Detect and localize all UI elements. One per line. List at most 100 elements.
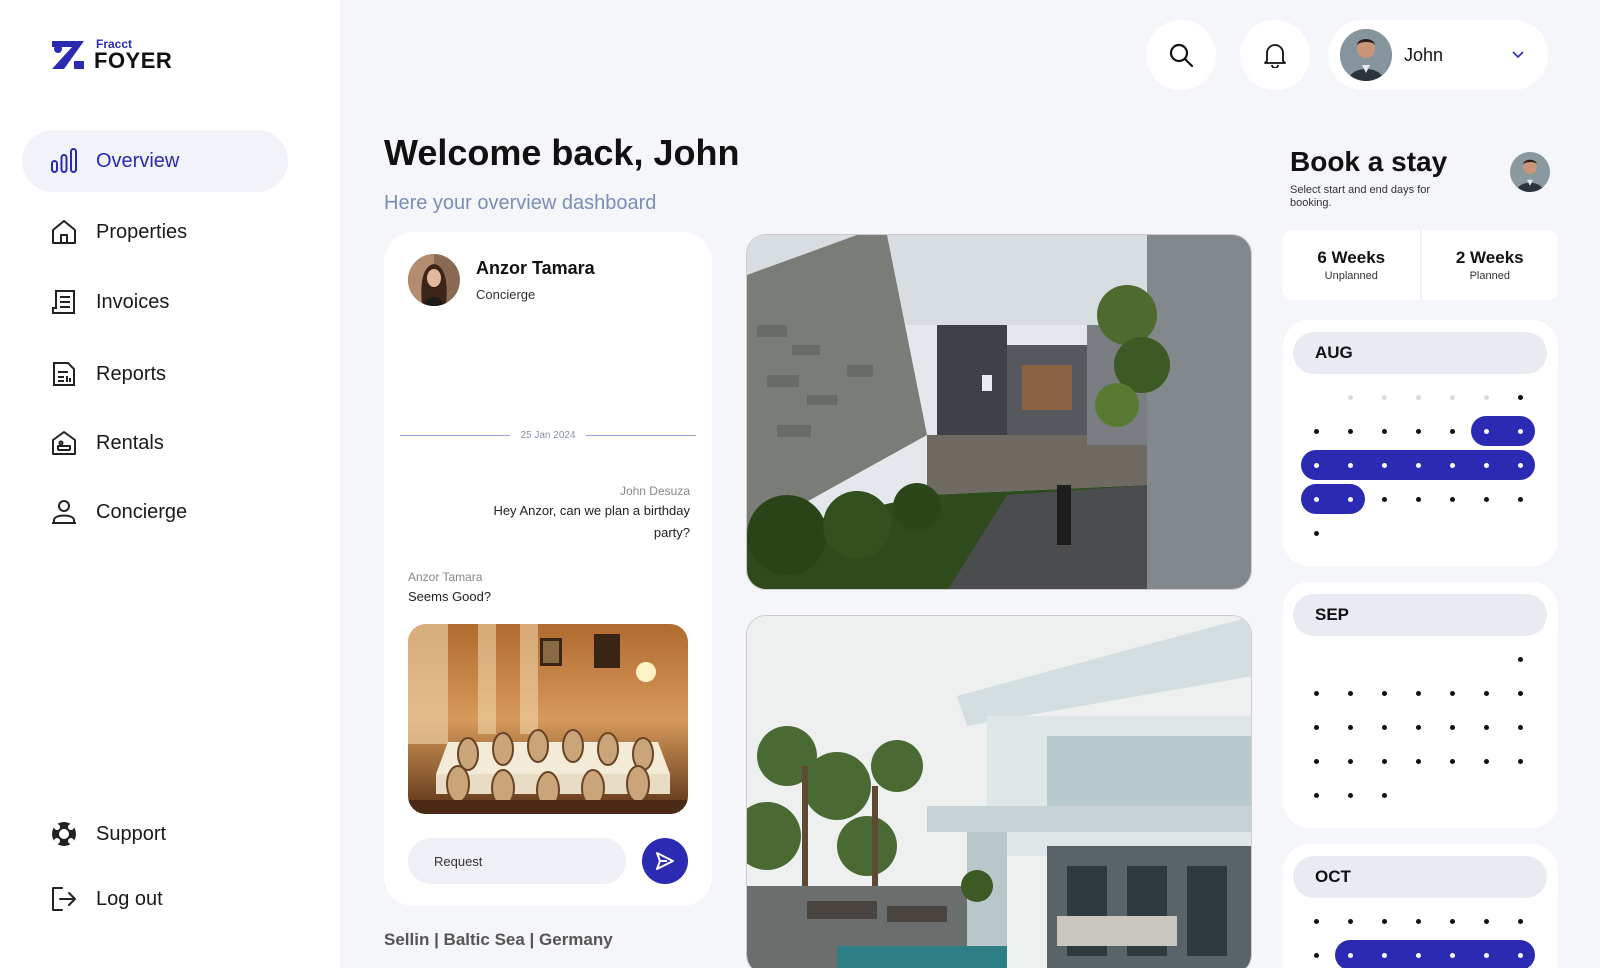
calendar-day[interactable] (1313, 758, 1319, 764)
calendar-day[interactable] (1347, 792, 1353, 798)
calendar-day[interactable] (1313, 530, 1319, 536)
calendar-day[interactable] (1381, 724, 1387, 730)
request-input[interactable] (408, 838, 626, 884)
calendar-day[interactable] (1381, 918, 1387, 924)
calendar-day[interactable] (1347, 462, 1353, 468)
calendar-day[interactable] (1313, 724, 1319, 730)
calendar-day[interactable] (1313, 496, 1319, 502)
calendar-day-outside (1381, 394, 1387, 400)
month-label[interactable]: SEP (1293, 594, 1547, 636)
sidebar-item-rentals[interactable]: Rentals (22, 412, 288, 474)
calendar-day[interactable] (1449, 724, 1455, 730)
calendar-day[interactable] (1449, 428, 1455, 434)
booking-title: Book a stay (1290, 146, 1448, 177)
calendar-day[interactable] (1347, 758, 1353, 764)
calendar-day[interactable] (1415, 724, 1421, 730)
calendar-day[interactable] (1313, 792, 1319, 798)
selected-date-range[interactable] (1335, 940, 1535, 968)
calendar-day[interactable] (1415, 428, 1421, 434)
chat-date: 25 Jan 2024 (520, 430, 576, 441)
calendar-day[interactable] (1517, 394, 1523, 400)
sidebar-item-label: Properties (96, 220, 188, 243)
month-label[interactable]: OCT (1293, 856, 1547, 898)
calendar-day[interactable] (1415, 690, 1421, 696)
calendar-day[interactable] (1347, 690, 1353, 696)
calendar-day[interactable] (1517, 656, 1523, 662)
calendar-day[interactable] (1517, 724, 1523, 730)
month-label[interactable]: AUG (1293, 332, 1547, 374)
brand-logo[interactable]: Fracct FOYER (50, 38, 172, 72)
page-title: Welcome back, John (384, 132, 740, 173)
avatar (1340, 29, 1392, 81)
calendar-day[interactable] (1517, 462, 1523, 468)
send-button[interactable] (642, 838, 688, 884)
calendar-day[interactable] (1517, 758, 1523, 764)
calendar-day[interactable] (1381, 496, 1387, 502)
calendar-day[interactable] (1483, 758, 1489, 764)
calendar-day[interactable] (1415, 496, 1421, 502)
calendar-day[interactable] (1415, 918, 1421, 924)
sidebar-item-concierge[interactable]: Concierge (22, 481, 288, 543)
booking-avatar[interactable] (1510, 152, 1550, 192)
calendar-day[interactable] (1313, 918, 1319, 924)
calendar-day[interactable] (1381, 758, 1387, 764)
calendar-day[interactable] (1381, 428, 1387, 434)
calendar-day[interactable] (1517, 496, 1523, 502)
property-photo-villa[interactable] (746, 615, 1252, 968)
search-button[interactable] (1146, 20, 1216, 90)
selected-date-range[interactable] (1471, 416, 1535, 446)
dining-room-photo[interactable] (408, 624, 688, 814)
calendar-day[interactable] (1313, 462, 1319, 468)
calendar-day[interactable] (1381, 952, 1387, 958)
calendar-day[interactable] (1313, 952, 1319, 958)
property-photo-courtyard[interactable] (746, 234, 1252, 590)
bell-icon (1264, 44, 1286, 68)
sidebar-item-overview[interactable]: Overview (22, 130, 288, 192)
calendar-day[interactable] (1483, 918, 1489, 924)
calendar-day[interactable] (1483, 690, 1489, 696)
calendar-day[interactable] (1449, 690, 1455, 696)
calendar-day[interactable] (1517, 952, 1523, 958)
calendar-day[interactable] (1483, 496, 1489, 502)
calendar-day[interactable] (1347, 428, 1353, 434)
chat-contact[interactable]: Anzor Tamara Concierge (408, 254, 595, 306)
sidebar-item-label: Overview (96, 149, 180, 172)
calendar-day[interactable] (1483, 952, 1489, 958)
person-icon (50, 498, 78, 526)
calendar-day[interactable] (1517, 428, 1523, 434)
calendar-day[interactable] (1517, 690, 1523, 696)
booking-subtitle: Select start and end days for booking. (1290, 184, 1431, 209)
calendar-day[interactable] (1449, 496, 1455, 502)
sidebar-item-reports[interactable]: Reports (22, 343, 288, 405)
calendar-day[interactable] (1313, 690, 1319, 696)
home-icon (50, 218, 78, 246)
calendar-day[interactable] (1415, 758, 1421, 764)
sidebar-item-invoices[interactable]: Invoices (22, 271, 288, 333)
sidebar-item-logout[interactable]: Log out (22, 868, 288, 930)
selected-date-range[interactable] (1301, 484, 1365, 514)
calendar-day[interactable] (1517, 918, 1523, 924)
calendar-day[interactable] (1483, 724, 1489, 730)
calendar-day[interactable] (1313, 428, 1319, 434)
sidebar-item-support[interactable]: Support (22, 803, 288, 865)
sidebar-item-properties[interactable]: Properties (22, 201, 288, 263)
calendar-day[interactable] (1381, 690, 1387, 696)
sidebar-item-label: Reports (96, 362, 167, 385)
user-name: John (1404, 44, 1444, 65)
notifications-button[interactable] (1240, 20, 1310, 90)
calendar-day[interactable] (1449, 462, 1455, 468)
calendar-day[interactable] (1347, 952, 1353, 958)
calendar-day[interactable] (1449, 952, 1455, 958)
calendar-day[interactable] (1381, 462, 1387, 468)
user-menu[interactable]: John (1328, 20, 1548, 90)
calendar-day[interactable] (1483, 462, 1489, 468)
calendar-day[interactable] (1415, 462, 1421, 468)
calendar-day[interactable] (1347, 496, 1353, 502)
calendar-day[interactable] (1347, 918, 1353, 924)
calendar-day[interactable] (1415, 952, 1421, 958)
calendar-day[interactable] (1449, 918, 1455, 924)
calendar-day[interactable] (1381, 792, 1387, 798)
calendar-day[interactable] (1347, 724, 1353, 730)
calendar-day[interactable] (1449, 758, 1455, 764)
calendar-day[interactable] (1483, 428, 1489, 434)
